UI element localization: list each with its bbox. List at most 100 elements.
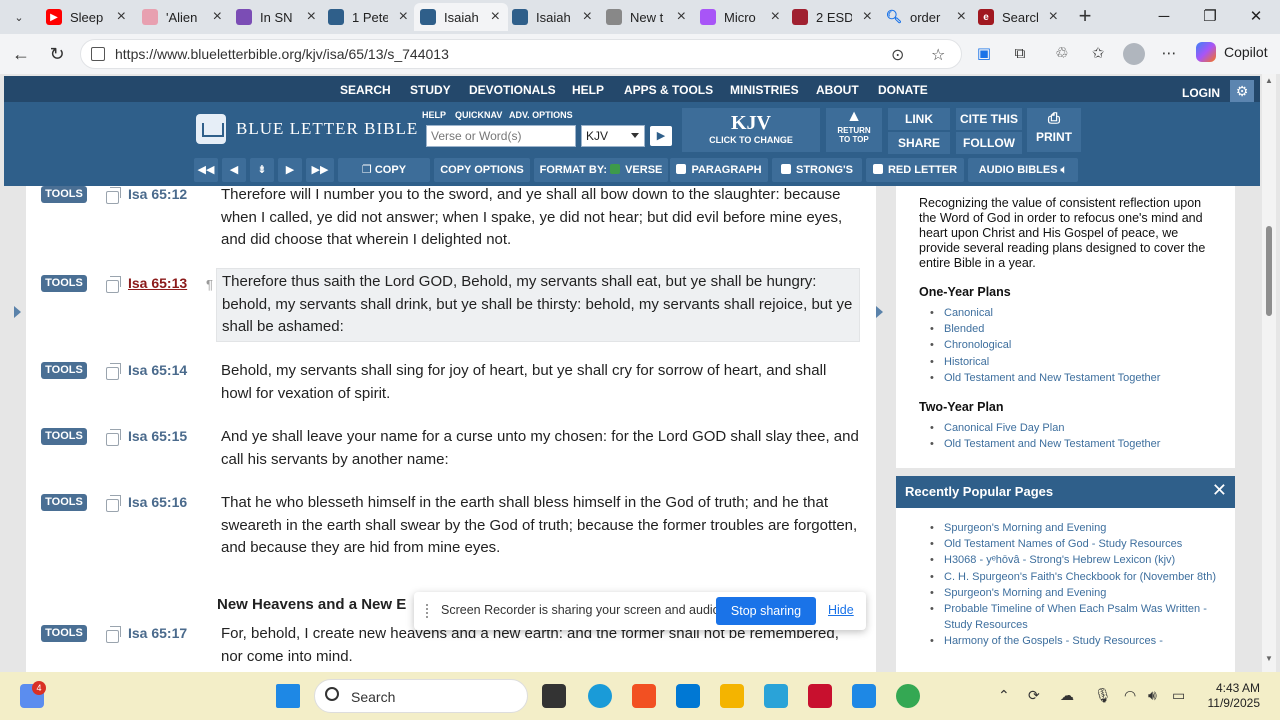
nav-donate[interactable]: DONATE [878,83,928,97]
back-icon[interactable]: ← [8,42,34,66]
browser-tab[interactable]: New t × [600,3,694,31]
close-tab-icon[interactable]: × [583,8,592,26]
wifi-icon[interactable]: ◠ [1124,687,1136,704]
chapter-menu-icon[interactable]: ⇟ [250,158,274,182]
refresh-icon[interactable]: ↻ [44,42,70,66]
close-window-icon[interactable]: ✕ [1236,5,1276,29]
help-link[interactable]: HELP [422,110,446,120]
tray-overflow-icon[interactable]: ⌃ [998,687,1010,704]
plan-link[interactable]: Historical [928,354,1160,370]
tools-button[interactable]: TOOLS [41,428,87,445]
adv-options-link[interactable]: ADV. OPTIONS [509,110,573,120]
verse-reference[interactable]: Isa 65:15 [128,428,187,444]
right-panel-toggle-icon[interactable] [876,306,883,318]
close-tab-icon[interactable]: × [491,8,500,26]
new-tab-button[interactable]: + [1072,4,1098,30]
copy-button[interactable]: ❐ COPY [338,158,430,182]
copy-verse-icon[interactable] [106,276,121,293]
browser-tab[interactable]: 2 ESD × [786,3,880,31]
browser-tab[interactable]: In SN × [230,3,324,31]
popular-link[interactable]: Spurgeon's Morning and Evening [928,520,1218,536]
share-button[interactable]: SHARE [888,132,950,154]
format-by-paragraph[interactable]: PARAGRAPH [670,158,768,182]
nav-devotionals[interactable]: DEVOTIONALS [469,83,556,97]
close-tab-icon[interactable]: × [399,8,408,26]
system-clock[interactable]: 4:43 AM 11/9/2025 [1196,681,1261,711]
next-book-icon[interactable]: ▶▶ [306,158,334,182]
browser-tab[interactable]: ▶ Sleep × [40,3,134,31]
browser-tab-active[interactable]: Isaiah × [414,3,508,31]
battery-icon[interactable]: ▭ [1172,687,1185,704]
reader-icon[interactable]: ⊙ [891,45,904,65]
copy-verse-icon[interactable] [106,626,121,643]
verse-reference[interactable]: Isa 65:12 [128,186,187,202]
verse-reference[interactable]: Isa 65:13 [128,275,187,291]
tools-button[interactable]: TOOLS [41,275,87,292]
settings-gear-icon[interactable]: ⚙ [1230,80,1254,102]
minimize-icon[interactable]: ─ [1144,5,1184,29]
nav-about[interactable]: ABOUT [816,83,859,97]
browser-tab[interactable]: Micro × [694,3,788,31]
copilot-button[interactable]: Copilot [1196,42,1268,62]
copy-verse-icon[interactable] [106,187,121,204]
nav-search[interactable]: SEARCH [340,83,391,97]
close-tab-icon[interactable]: × [213,8,222,26]
notepad-icon[interactable] [852,684,876,708]
site-logo[interactable]: BLUE LETTER BIBLE [196,114,418,144]
profile-avatar[interactable] [1123,43,1145,65]
nav-study[interactable]: STUDY [410,83,451,97]
scrollbar-thumb[interactable] [1266,226,1272,316]
previous-chapter-icon[interactable]: ◀ [222,158,246,182]
cite-this-button[interactable]: CITE THIS [956,108,1022,130]
login-link[interactable]: LOGIN [1182,86,1220,100]
store-icon[interactable] [632,684,656,708]
plan-link[interactable]: Old Testament and New Testament Together [928,370,1160,386]
browser-tab[interactable]: 1 Pete × [322,3,416,31]
return-to-top-button[interactable]: ▲ RETURN TO TOP [826,108,882,152]
favorites-icon[interactable]: ✩ [1086,43,1110,65]
camera-app-icon[interactable] [676,684,700,708]
windows-start-icon[interactable] [276,684,300,708]
close-tab-icon[interactable]: × [1049,8,1058,26]
strongs-toggle[interactable]: STRONG'S [772,158,862,182]
popular-link[interactable]: Old Testament Names of God - Study Resou… [928,536,1218,552]
close-tab-icon[interactable]: × [677,8,686,26]
popular-link[interactable]: C. H. Spurgeon's Faith's Checkbook for (… [928,569,1218,585]
version-change-button[interactable]: KJV CLICK TO CHANGE [682,108,820,152]
browser-tab[interactable]: 'Alien × [136,3,230,31]
close-tab-icon[interactable]: × [117,8,126,26]
copy-options-button[interactable]: COPY OPTIONS [434,158,530,182]
volume-icon[interactable]: 🔊︎ [1148,687,1157,704]
nav-ministries[interactable]: MINISTRIES [730,83,799,97]
nav-apps-tools[interactable]: APPS & TOOLS [624,83,713,97]
verse-reference[interactable]: Isa 65:16 [128,494,187,510]
plan-link[interactable]: Blended [928,321,1160,337]
security-shield-icon[interactable] [808,684,832,708]
close-tab-icon[interactable]: × [307,8,316,26]
copy-verse-icon[interactable] [106,363,121,380]
scroll-up-icon[interactable]: ▲ [1265,76,1273,85]
close-tab-icon[interactable]: × [957,8,966,26]
popular-link[interactable]: Spurgeon's Morning and Evening [928,585,1218,601]
browser-essentials-icon[interactable]: ♲ [1050,43,1074,65]
favorite-star-icon[interactable]: ☆ [931,45,945,65]
link-button[interactable]: LINK [888,108,950,130]
more-menu-icon[interactable]: ⋯ [1157,43,1181,65]
file-explorer-icon[interactable] [720,684,744,708]
plan-link[interactable]: Canonical [928,305,1160,321]
screen-share-icon[interactable]: ▣ [972,43,996,65]
cloud-icon[interactable]: ☁ [1060,687,1074,704]
popular-link[interactable]: Harmony of the Gospels - Study Resources… [928,633,1218,649]
verse-reference[interactable]: Isa 65:17 [128,625,187,641]
edge-browser-icon[interactable] [588,684,612,708]
verse-reference[interactable]: Isa 65:14 [128,362,187,378]
task-view-icon[interactable] [542,684,566,708]
follow-button[interactable]: FOLLOW [956,132,1022,154]
nav-help[interactable]: HELP [572,83,604,97]
page-scrollbar[interactable]: ▲ ▼ [1262,74,1276,672]
drag-handle-icon[interactable] [426,604,429,618]
verse-search-input[interactable]: Verse or Word(s) [426,125,576,147]
tab-actions-menu-icon[interactable]: ⌄ [6,5,32,29]
next-chapter-icon[interactable]: ▶ [278,158,302,182]
version-select[interactable]: KJV [581,125,645,147]
